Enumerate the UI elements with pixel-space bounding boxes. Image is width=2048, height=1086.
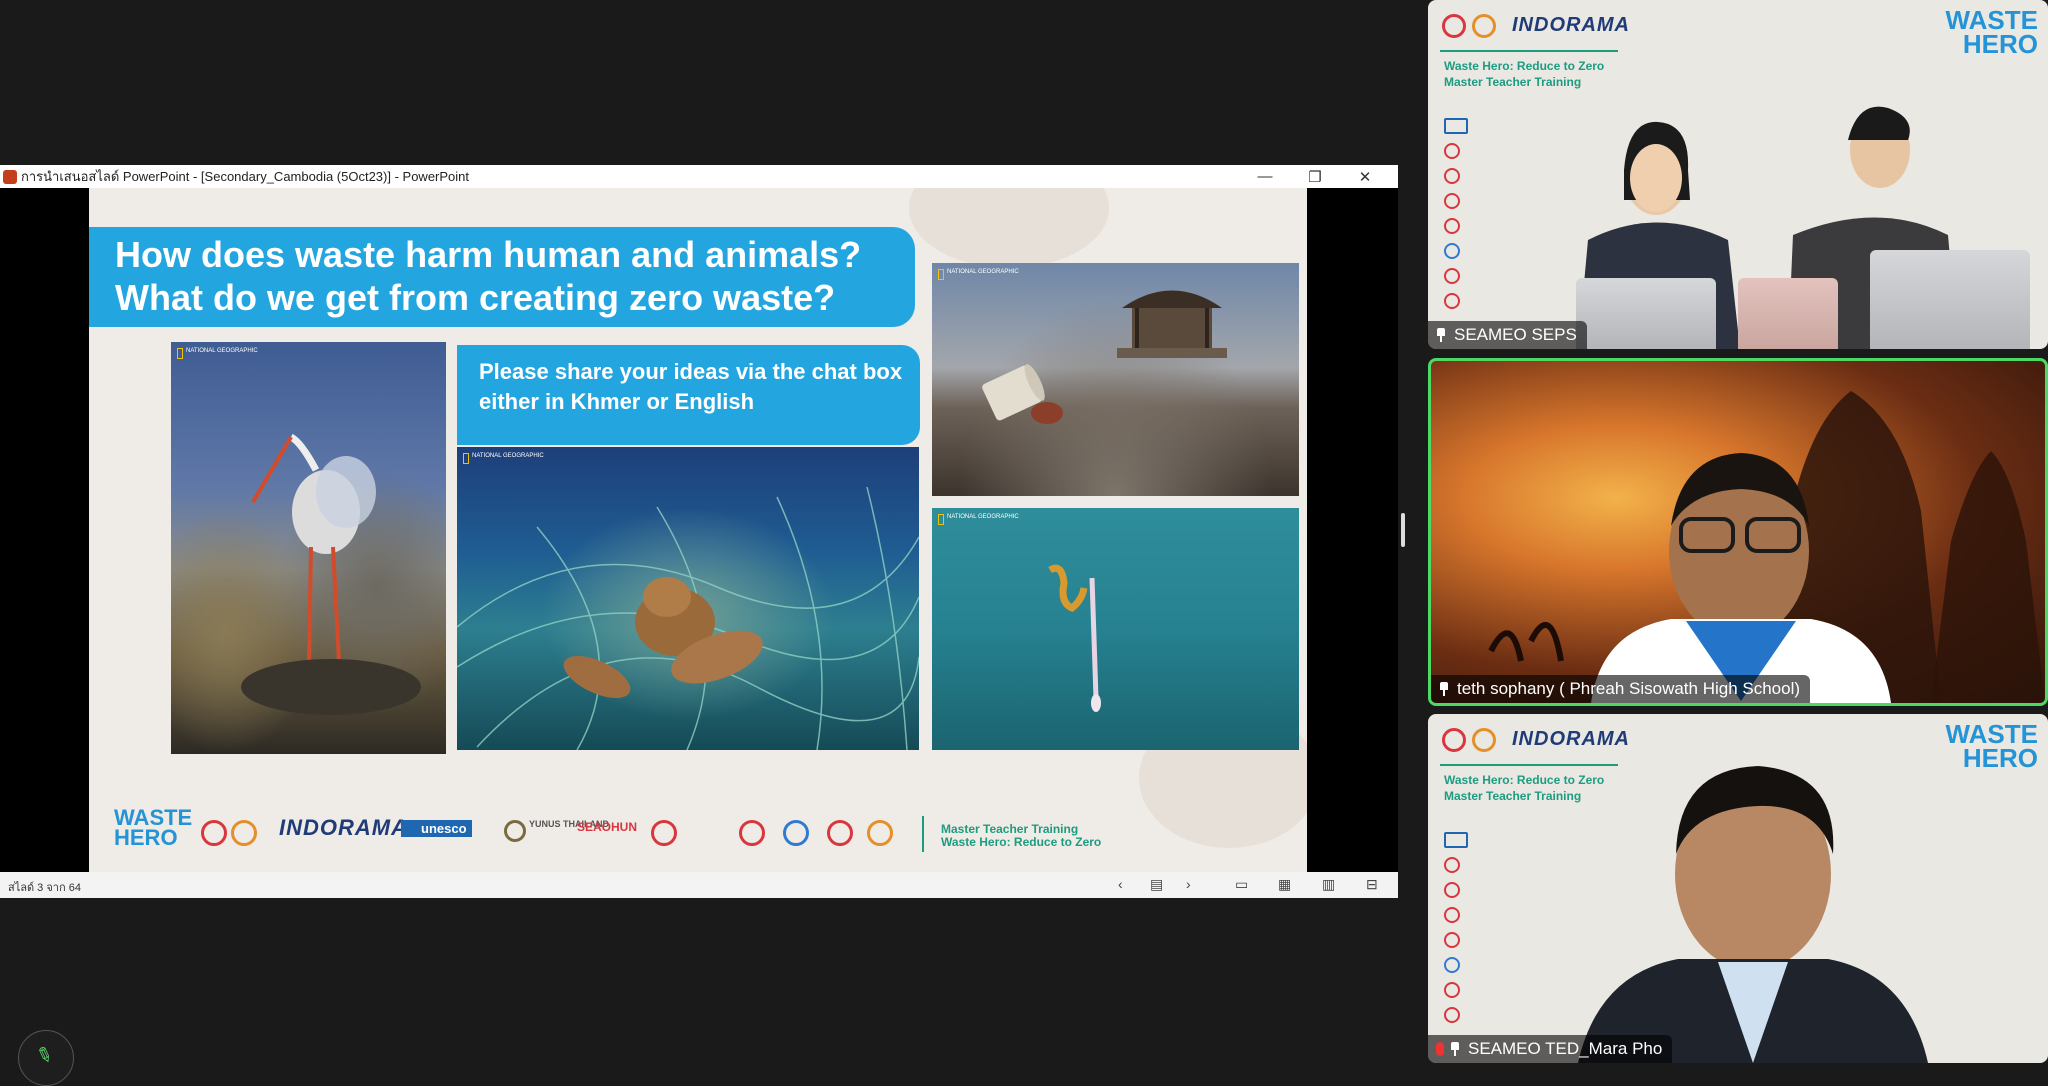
video-tile-seameo-ted[interactable]: INDORAMA Waste Hero: Reduce to Zero Mast…	[1428, 714, 2048, 1063]
seameo-center-logo	[739, 820, 765, 846]
tablet	[1738, 278, 1838, 349]
laptop	[1870, 250, 2030, 349]
powerpoint-window: การนำเสนอสไลด์ PowerPoint - [Secondary_C…	[0, 165, 1398, 898]
seameo-center-logo	[783, 820, 809, 846]
pin-icon	[1436, 328, 1446, 342]
share-ideas-box: Please share your ideas via the chat box…	[457, 345, 920, 445]
turtle-net-illustration	[457, 486, 919, 750]
hermit-crab-photo: NATIONAL GEOGRAPHIC	[932, 263, 1299, 496]
footer-caption: Master Teacher Training Waste Hero: Redu…	[941, 823, 1101, 849]
share-line-1: Please share your ideas via the chat box	[479, 359, 903, 384]
slide-sorter-icon[interactable]: ▦	[1278, 876, 1291, 893]
seahorse-photo: NATIONAL GEOGRAPHIC	[932, 508, 1299, 750]
slide[interactable]: How does waste harm human and animals? W…	[89, 188, 1307, 872]
panel-resize-handle[interactable]	[1401, 513, 1405, 547]
close-button[interactable]: ✕	[1340, 168, 1390, 186]
participant-label: SEAMEO TED_Mara Pho	[1428, 1035, 1673, 1063]
waste-hero-logo: WASTE HERO	[114, 807, 192, 850]
seameo-logo	[651, 820, 677, 846]
powerpoint-titlebar: การนำเสนอสไลด์ PowerPoint - [Secondary_C…	[0, 165, 1398, 188]
previous-slide-icon[interactable]: ‹	[1118, 876, 1123, 892]
share-line-2: either in Khmer or English	[479, 389, 755, 414]
indorama-logo: INDORAMA	[279, 815, 408, 840]
participant-name: SEAMEO SEPS	[1454, 325, 1577, 344]
slideshow-icon[interactable]: ⊟	[1366, 876, 1378, 893]
seal-logo	[231, 820, 257, 846]
laptop	[1576, 278, 1716, 349]
video-tile-seameo-seps[interactable]: INDORAMA Waste Hero: Reduce to Zero Mast…	[1428, 0, 2048, 349]
normal-view-icon[interactable]: ▭	[1235, 876, 1248, 893]
footer-divider	[922, 816, 924, 852]
slide-counter: สไลด์ 3 จาก 64	[8, 882, 81, 894]
window-title: การนำเสนอสไลด์ PowerPoint - [Secondary_C…	[21, 169, 470, 184]
waste-hero-line-2: HERO	[114, 825, 178, 850]
restore-button[interactable]: ❐	[1290, 168, 1340, 186]
question-banner: How does waste harm human and animals? W…	[89, 227, 915, 327]
participant-name: SEAMEO TED_Mara Pho	[1468, 1039, 1663, 1058]
speaker-video	[1488, 391, 2045, 703]
slide-area: How does waste harm human and animals? W…	[0, 188, 1398, 872]
minimize-button[interactable]: —	[1240, 168, 1290, 185]
seameo-center-logo	[867, 820, 893, 846]
seal-logo	[201, 820, 227, 846]
seahun-logo: SEAOHUN	[577, 820, 638, 834]
powerpoint-icon	[3, 169, 17, 184]
pin-icon	[1439, 682, 1449, 696]
question-line-1: How does waste harm human and animals?	[115, 234, 862, 275]
slide-decoration	[909, 188, 1109, 268]
participant-label: SEAMEO SEPS	[1428, 321, 1587, 349]
pin-icon	[1450, 1042, 1460, 1056]
hermit-crab-illustration	[982, 290, 1227, 424]
speaker-video	[1578, 766, 1928, 1063]
yunus-logo-mark	[504, 820, 526, 842]
annotate-button[interactable]: ✎	[18, 1030, 74, 1086]
unesco-logo: unesco	[401, 820, 472, 837]
mic-off-icon	[1436, 1042, 1444, 1056]
next-slide-icon[interactable]: ›	[1186, 876, 1191, 892]
question-line-2: What do we get from creating zero waste?	[115, 277, 836, 318]
participant-name: teth sophany ( Phreah Sisowath High Scho…	[1457, 679, 1801, 698]
powerpoint-statusbar: สไลด์ 3 จาก 64 ‹ ▤ › ▭ ▦ ▥ ⊟	[0, 872, 1398, 898]
participant-label: teth sophany ( Phreah Sisowath High Scho…	[1431, 675, 1811, 703]
pencil-icon: ✎	[32, 1042, 56, 1070]
video-tile-teth-sophany[interactable]: teth sophany ( Phreah Sisowath High Scho…	[1428, 358, 2048, 706]
stork-illustration	[241, 433, 421, 715]
reading-view-icon[interactable]: ▥	[1322, 876, 1335, 893]
turtle-net-photo: NATIONAL GEOGRAPHIC	[457, 447, 919, 750]
stork-photo: NATIONAL GEOGRAPHIC	[171, 342, 446, 754]
seameo-center-logo	[827, 820, 853, 846]
notes-icon[interactable]: ▤	[1150, 876, 1163, 893]
footer-caption-line-2: Waste Hero: Reduce to Zero	[941, 835, 1102, 849]
seahorse-illustration	[1048, 564, 1101, 712]
